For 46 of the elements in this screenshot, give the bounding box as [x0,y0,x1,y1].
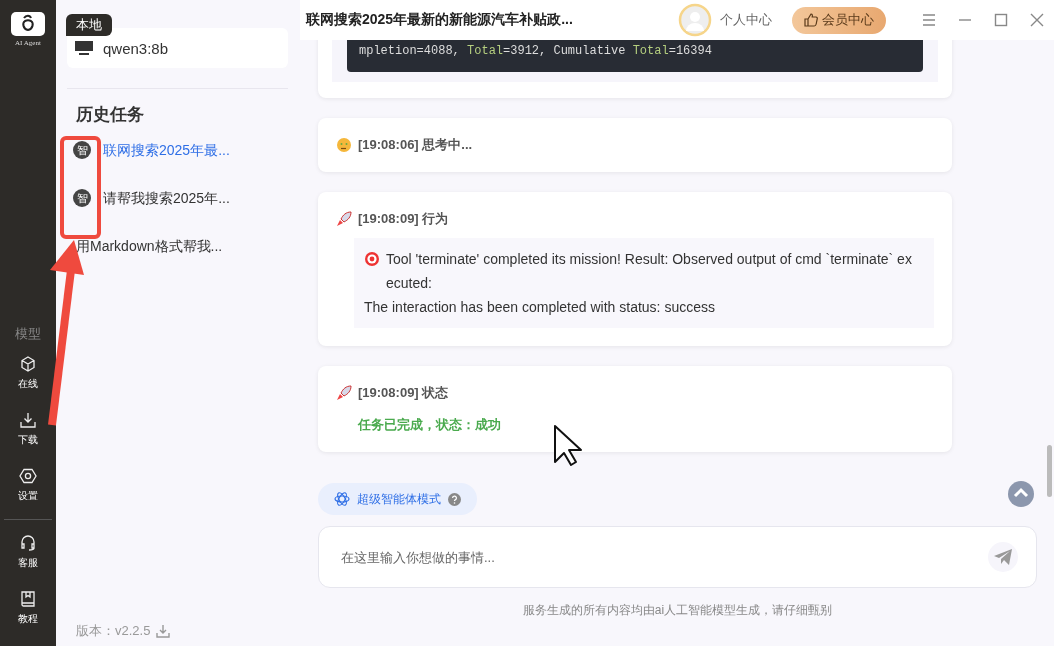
target-icon [364,251,380,267]
rail-item[interactable]: 设置 [18,467,38,503]
scroll-up-button[interactable] [1008,481,1034,507]
model-name: qwen3:8b [103,39,169,57]
paper-plane-icon [993,548,1013,566]
status-text: 任务已完成，状态：成功 [358,416,502,434]
logo-icon [11,12,45,36]
send-button[interactable] [988,542,1018,572]
book-icon [19,590,37,608]
model-tag: 本地 [66,14,112,36]
menu-icon[interactable] [922,13,936,27]
rail-item[interactable]: 下载 [18,411,38,447]
card-title: [19:08:06] 思考中... [358,136,473,154]
history-item[interactable]: 智 联网搜索2025年最... [76,138,288,162]
rail-item[interactable]: 在线 [18,355,38,391]
result-text: The interaction has been completed with status: success [364,298,716,317]
rocket-icon [336,385,352,401]
result-text: Tool 'terminate' completed its mission! Result: Observed output of cmd `terminate` executed: [386,250,913,293]
close-icon[interactable] [1030,13,1044,27]
message-input[interactable]: 在这里输入你想做的事情... [339,548,988,566]
thinking-face-icon [336,137,352,153]
vip-button[interactable]: 会员中心 [792,6,886,34]
gear-icon [19,467,37,485]
card-title: [19:08:09] 状态 [358,384,449,402]
rail-item[interactable]: 客服 [18,534,38,570]
rail-item[interactable]: 教程 [18,590,38,626]
help-icon[interactable] [448,492,461,506]
scrollbar-thumb[interactable] [1047,445,1052,497]
thumbs-up-icon [804,13,818,27]
cube-icon [19,355,37,373]
disclaimer-text: 服务生成的所有内容均由ai人工智能模型生成，请仔细甄别 [521,602,834,619]
history-item[interactable]: 用Markdown格式帮我... [76,234,288,258]
section-label: 模型 [15,325,41,343]
maximize-icon[interactable] [994,13,1008,27]
card-title: [19:08:09] 行为 [358,210,449,228]
download-icon [19,411,37,429]
history-item[interactable]: 智 请帮我搜索2025年... [76,186,288,210]
monitor-icon [75,40,93,56]
atom-icon [334,491,350,507]
mode-toggle[interactable]: 超级智能体模式 [318,483,477,515]
rocket-icon [336,211,352,227]
headset-icon [19,534,37,552]
version-label: 版本：v2.2.5 [76,622,151,640]
download-icon[interactable] [156,624,171,638]
section-title: 历史任务 [76,104,145,126]
avatar-icon[interactable] [678,3,712,37]
